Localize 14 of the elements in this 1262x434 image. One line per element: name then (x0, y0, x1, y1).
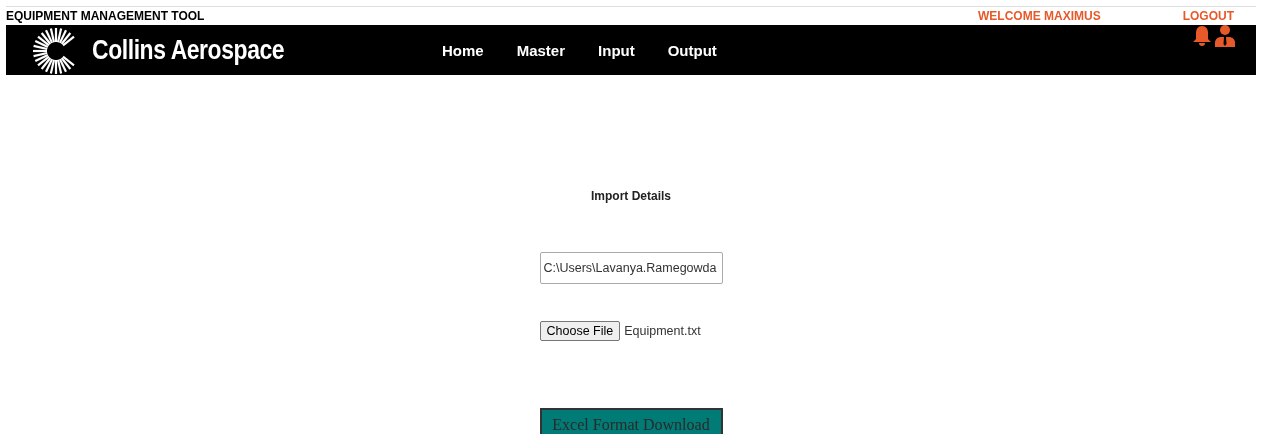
nav-link[interactable]: Output (667, 40, 717, 63)
file-name: Equipment.txt (624, 322, 701, 340)
logout-link[interactable]: LOGOUT (1182, 7, 1234, 25)
nav-link[interactable]: Home (442, 40, 484, 63)
brand-name: Collins Aerospace (92, 33, 285, 67)
path-field[interactable]: C:\Users\Lavanya.Ramegowda (539, 252, 723, 284)
choose-file-button[interactable]: Choose File (539, 321, 621, 341)
nav-link[interactable]: Input (598, 40, 635, 63)
user-icon[interactable] (1214, 25, 1236, 47)
section-title: Import Details (591, 188, 671, 205)
nav-link[interactable]: Master (516, 40, 566, 63)
welcome-text: WELCOME MAXIMUS (978, 8, 1101, 25)
app-title: EQUIPMENT MANAGEMENT TOOL (6, 8, 205, 25)
bell-icon[interactable] (1192, 25, 1212, 47)
